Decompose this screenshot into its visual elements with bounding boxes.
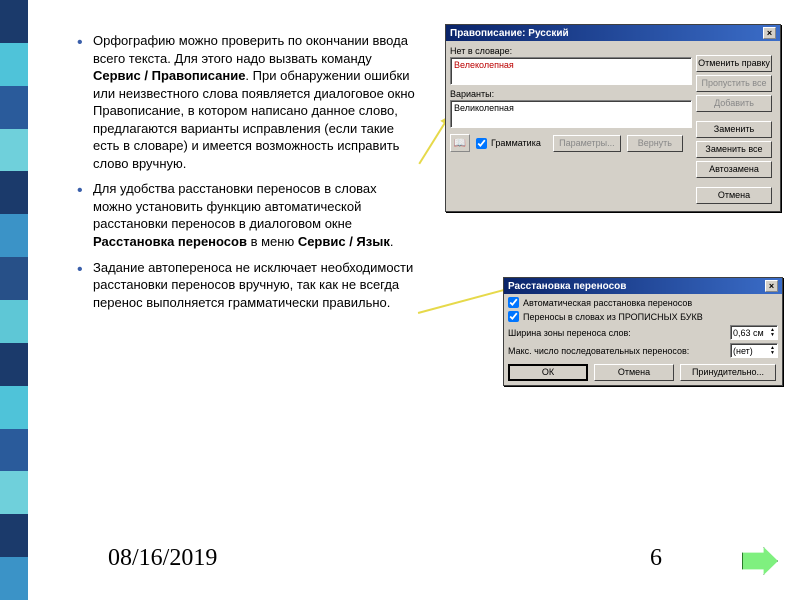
- cancel-button[interactable]: Отмена: [696, 187, 772, 204]
- max-field[interactable]: (нет) ▲▼: [730, 343, 778, 358]
- next-arrow-icon[interactable]: [742, 547, 778, 575]
- grammar-checkbox[interactable]: Грамматика: [476, 138, 541, 149]
- autofix-button[interactable]: Автозамена: [696, 161, 772, 178]
- left-stripe: [0, 0, 28, 600]
- close-icon[interactable]: ×: [765, 280, 778, 292]
- dialog-titlebar-2: Расстановка переносов ×: [504, 278, 782, 294]
- cancel-button-2[interactable]: Отмена: [594, 364, 674, 381]
- book-icon[interactable]: 📖: [450, 134, 470, 152]
- undo-edit-button[interactable]: Отменить правку: [696, 55, 772, 72]
- arrow-line-2: [418, 286, 515, 313]
- label-variants: Варианты:: [450, 89, 692, 99]
- caps-hyphen-checkbox[interactable]: Переносы в словах из ПРОПИСНЫХ БУКВ: [508, 311, 778, 322]
- wrong-word-field[interactable]: Велеколепная: [450, 57, 692, 85]
- footer-date: 08/16/2019: [108, 545, 217, 572]
- bullet-list: Орфографию можно проверить по окончании …: [75, 32, 415, 319]
- dialog-title: Правописание: Русский: [450, 28, 569, 39]
- arrow-line-1: [418, 121, 446, 164]
- dialog-titlebar: Правописание: Русский ×: [446, 25, 780, 41]
- revert-button[interactable]: Вернуть: [627, 135, 683, 152]
- slide: Орфографию можно проверить по окончании …: [0, 0, 800, 600]
- bullet-item: Задание автопереноса не исключает необхо…: [93, 259, 415, 312]
- grammar-checkbox-input[interactable]: [476, 138, 487, 149]
- spellcheck-dialog: Правописание: Русский × Нет в словаре: В…: [445, 24, 781, 212]
- caps-hyphen-input[interactable]: [508, 311, 519, 322]
- force-button[interactable]: Принудительно...: [680, 364, 776, 381]
- page-number: 6: [650, 545, 662, 572]
- variants-list[interactable]: Великолепная: [450, 100, 692, 128]
- auto-hyphen-checkbox[interactable]: Автоматическая расстановка переносов: [508, 297, 778, 308]
- spinner-icon[interactable]: ▲▼: [770, 328, 775, 338]
- add-button[interactable]: Добавить: [696, 95, 772, 112]
- hyphenation-dialog: Расстановка переносов × Автоматическая р…: [503, 277, 783, 386]
- replace-all-button[interactable]: Заменить все: [696, 141, 772, 158]
- spinner-icon[interactable]: ▲▼: [770, 346, 775, 356]
- max-label: Макс. число последовательных переносов:: [508, 346, 689, 356]
- bullet-item: Орфографию можно проверить по окончании …: [93, 32, 415, 172]
- replace-button[interactable]: Заменить: [696, 121, 772, 138]
- dialog-title-2: Расстановка переносов: [508, 281, 626, 292]
- bullet-item: Для удобства расстановки переносов в сло…: [93, 180, 415, 250]
- params-button[interactable]: Параметры...: [553, 135, 621, 152]
- label-not-in-dict: Нет в словаре:: [450, 46, 692, 56]
- ok-button[interactable]: ОК: [508, 364, 588, 381]
- auto-hyphen-input[interactable]: [508, 297, 519, 308]
- width-field[interactable]: 0,63 см ▲▼: [730, 325, 778, 340]
- close-icon[interactable]: ×: [763, 27, 776, 39]
- width-label: Ширина зоны переноса слов:: [508, 328, 631, 338]
- skip-all-button[interactable]: Пропустить все: [696, 75, 772, 92]
